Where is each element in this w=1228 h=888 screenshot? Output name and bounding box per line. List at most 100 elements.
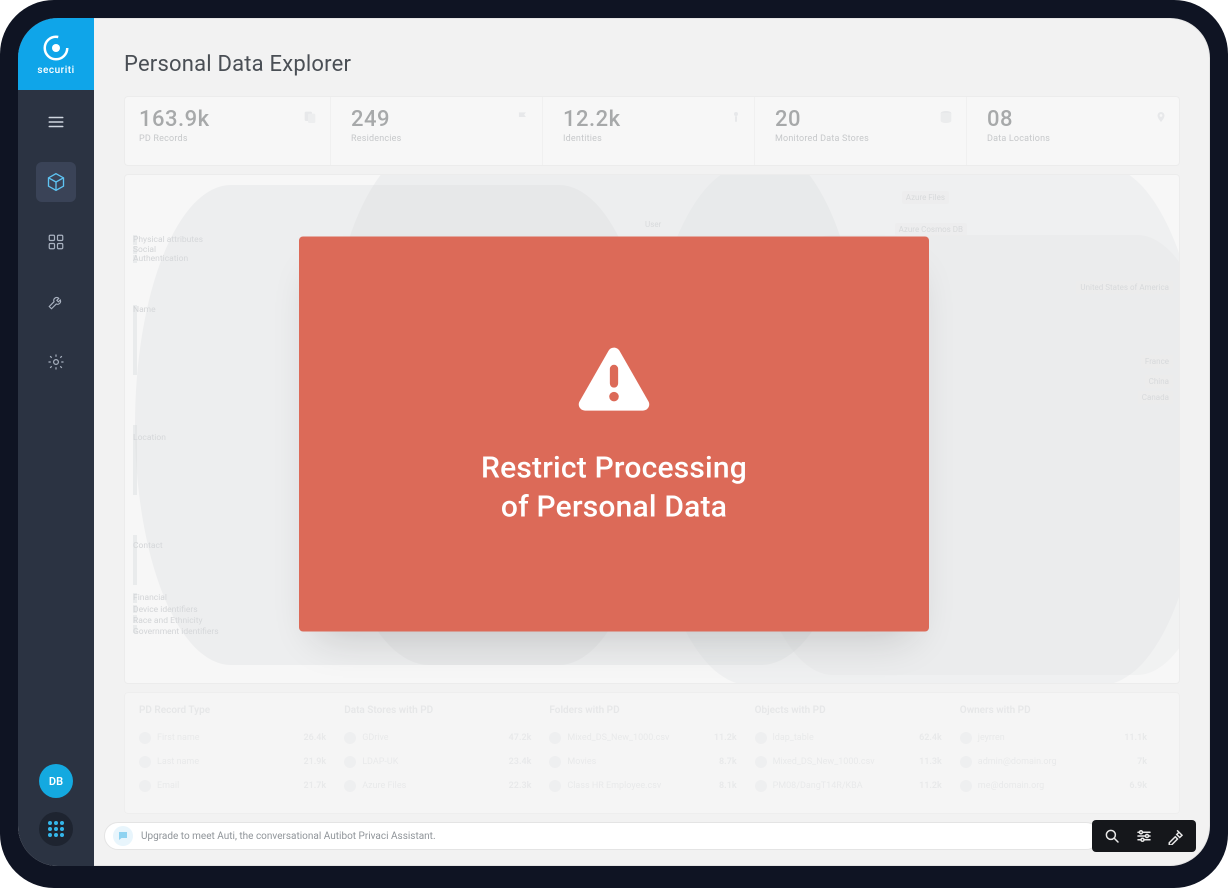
build-tool-button[interactable]: [1162, 822, 1190, 850]
filter-sliders-button[interactable]: [1130, 822, 1158, 850]
brand-name: securiti: [37, 65, 74, 76]
table-cell: Movies 8.7k: [549, 756, 754, 768]
col-header: Owners with PD: [960, 705, 1165, 716]
search-icon: [1103, 827, 1121, 845]
sliders-icon: [1135, 827, 1153, 845]
hamburger-menu-button[interactable]: [36, 102, 76, 142]
cell-value: 8.1k: [719, 781, 737, 791]
cell-label: First name: [157, 733, 200, 743]
kpi-value: 249: [351, 107, 528, 132]
table-cell: jeyrren11.1k: [960, 732, 1165, 744]
app-screen: securiti: [18, 18, 1210, 866]
wrench-icon: [47, 293, 65, 311]
identity-icon: [730, 109, 742, 129]
brand-logo[interactable]: securiti: [18, 18, 94, 90]
sankey-right-node: China: [1145, 375, 1173, 388]
nav-item-tools[interactable]: [36, 282, 76, 322]
col-header: Folders with PD: [549, 705, 754, 716]
table-cell: ldap_table62.4k: [755, 732, 960, 744]
col-header: Data Stores with PD: [344, 705, 549, 716]
cell-value: 26.4k: [303, 733, 326, 743]
kpi-value: 08: [987, 107, 1165, 132]
cell-label: me@domain.org: [978, 781, 1044, 791]
sankey-mid-node: User: [645, 220, 661, 229]
search-button[interactable]: [1098, 822, 1126, 850]
records-icon: [302, 109, 318, 129]
cell-value: 11.2k: [714, 733, 737, 743]
table-cell: Email21.7k: [139, 780, 344, 792]
sankey-right-node: Canada: [1138, 391, 1173, 404]
database-icon: [938, 109, 954, 129]
apps-grid-icon: [48, 821, 64, 837]
cell-value: 8.7k: [719, 757, 737, 767]
cell-label: admin@domain.org: [978, 757, 1057, 767]
sankey-right-node: Azure Files: [902, 191, 949, 204]
assistant-upgrade-bar[interactable]: Upgrade to meet Auti, the conversational…: [104, 822, 1100, 850]
kpi-label: Residencies: [351, 134, 528, 144]
cell-value: 21.9k: [303, 757, 326, 767]
table-row[interactable]: Last name 21.9k LDAP-UK 23.4k Movies 8.7k Mixe…: [139, 750, 1165, 774]
kpi-value: 20: [775, 107, 952, 132]
cell-icon: [549, 780, 561, 792]
table-cell: PM08/DangT14R/KBA11.2k: [755, 780, 960, 792]
restrict-processing-modal[interactable]: Restrict Processing of Personal Data: [299, 236, 929, 631]
cube-icon: [46, 172, 66, 192]
modal-line2: of Personal Data: [501, 490, 727, 525]
cell-label: Last name: [157, 757, 199, 767]
table-cell: GDrive47.2k: [344, 732, 549, 744]
app-launcher-button[interactable]: [39, 812, 73, 846]
kpi-pd-records[interactable]: 163.9k PD Records: [125, 97, 331, 165]
table-cell: admin@domain.org7k: [960, 756, 1165, 768]
table-cell: Mixed_DS_New_1000.csv11.3k: [755, 756, 960, 768]
cell-value: 47.2k: [509, 733, 532, 743]
avatar-initials: DB: [49, 775, 63, 788]
sankey-right-node: United States of America: [1076, 281, 1173, 294]
cell-icon: [549, 756, 561, 768]
assistant-upgrade-text: Upgrade to meet Auti, the conversational…: [141, 831, 436, 842]
kpi-data-locations[interactable]: 08 Data Locations: [973, 97, 1179, 165]
table-cell: LDAP-UK 23.4k: [344, 756, 549, 768]
kpi-label: PD Records: [139, 134, 316, 144]
pd-table[interactable]: PD Record Type Data Stores with PD Folde…: [124, 692, 1180, 814]
user-avatar[interactable]: DB: [39, 764, 73, 798]
nav-item-data-explorer[interactable]: [36, 162, 76, 202]
sankey-right-node: France: [1141, 355, 1173, 368]
nav-item-dashboards[interactable]: [36, 222, 76, 262]
cell-label: Azure Files: [362, 781, 406, 791]
cell-label: LDAP-UK: [362, 757, 398, 767]
nav-item-settings[interactable]: [36, 342, 76, 382]
table-cell: Azure Files22.3k: [344, 780, 549, 792]
dashboard-grid-icon: [47, 233, 65, 251]
kpi-label: Data Locations: [987, 134, 1165, 144]
sidebar: securiti: [18, 18, 94, 866]
kpi-label: Monitored Data Stores: [775, 134, 952, 144]
kpi-label: Identities: [563, 134, 740, 144]
cell-value: 23.4k: [509, 757, 532, 767]
cell-label: Movies: [567, 757, 596, 767]
kpi-value: 163.9k: [139, 107, 316, 132]
col-header: Objects with PD: [755, 705, 960, 716]
cell-icon: [755, 756, 767, 768]
chat-bubble-icon: [113, 826, 133, 846]
kpi-data-stores[interactable]: 20 Monitored Data Stores: [761, 97, 967, 165]
cell-icon: [139, 756, 151, 768]
kpi-value: 12.2k: [563, 107, 740, 132]
kpi-identities[interactable]: 12.2k Identities: [549, 97, 755, 165]
cell-value: 6.9k: [1129, 781, 1147, 791]
table-row[interactable]: First name26.4kGDrive47.2kMixed_DS_New_1…: [139, 726, 1165, 750]
cell-label: Mixed_DS_New_1000.csv: [773, 757, 875, 767]
cell-icon: [755, 732, 767, 744]
cell-value: 11.1k: [1124, 733, 1147, 743]
cell-label: Class HR Employee.csv: [567, 781, 661, 791]
cell-label: Email: [157, 781, 179, 791]
cell-icon: [139, 732, 151, 744]
table-cell: me@domain.org 6.9k: [960, 780, 1165, 792]
hamburger-icon: [47, 113, 65, 131]
cell-icon: [960, 732, 972, 744]
kpi-residencies[interactable]: 249 Residencies: [337, 97, 543, 165]
cell-label: PM08/DangT14R/KBA: [773, 781, 863, 791]
cell-icon: [755, 780, 767, 792]
table-row[interactable]: Email21.7kAzure Files22.3k Class HR Emplo…: [139, 774, 1165, 798]
table-cell: First name 26.4k: [139, 732, 344, 744]
tablet-device-frame: securiti: [0, 0, 1228, 888]
